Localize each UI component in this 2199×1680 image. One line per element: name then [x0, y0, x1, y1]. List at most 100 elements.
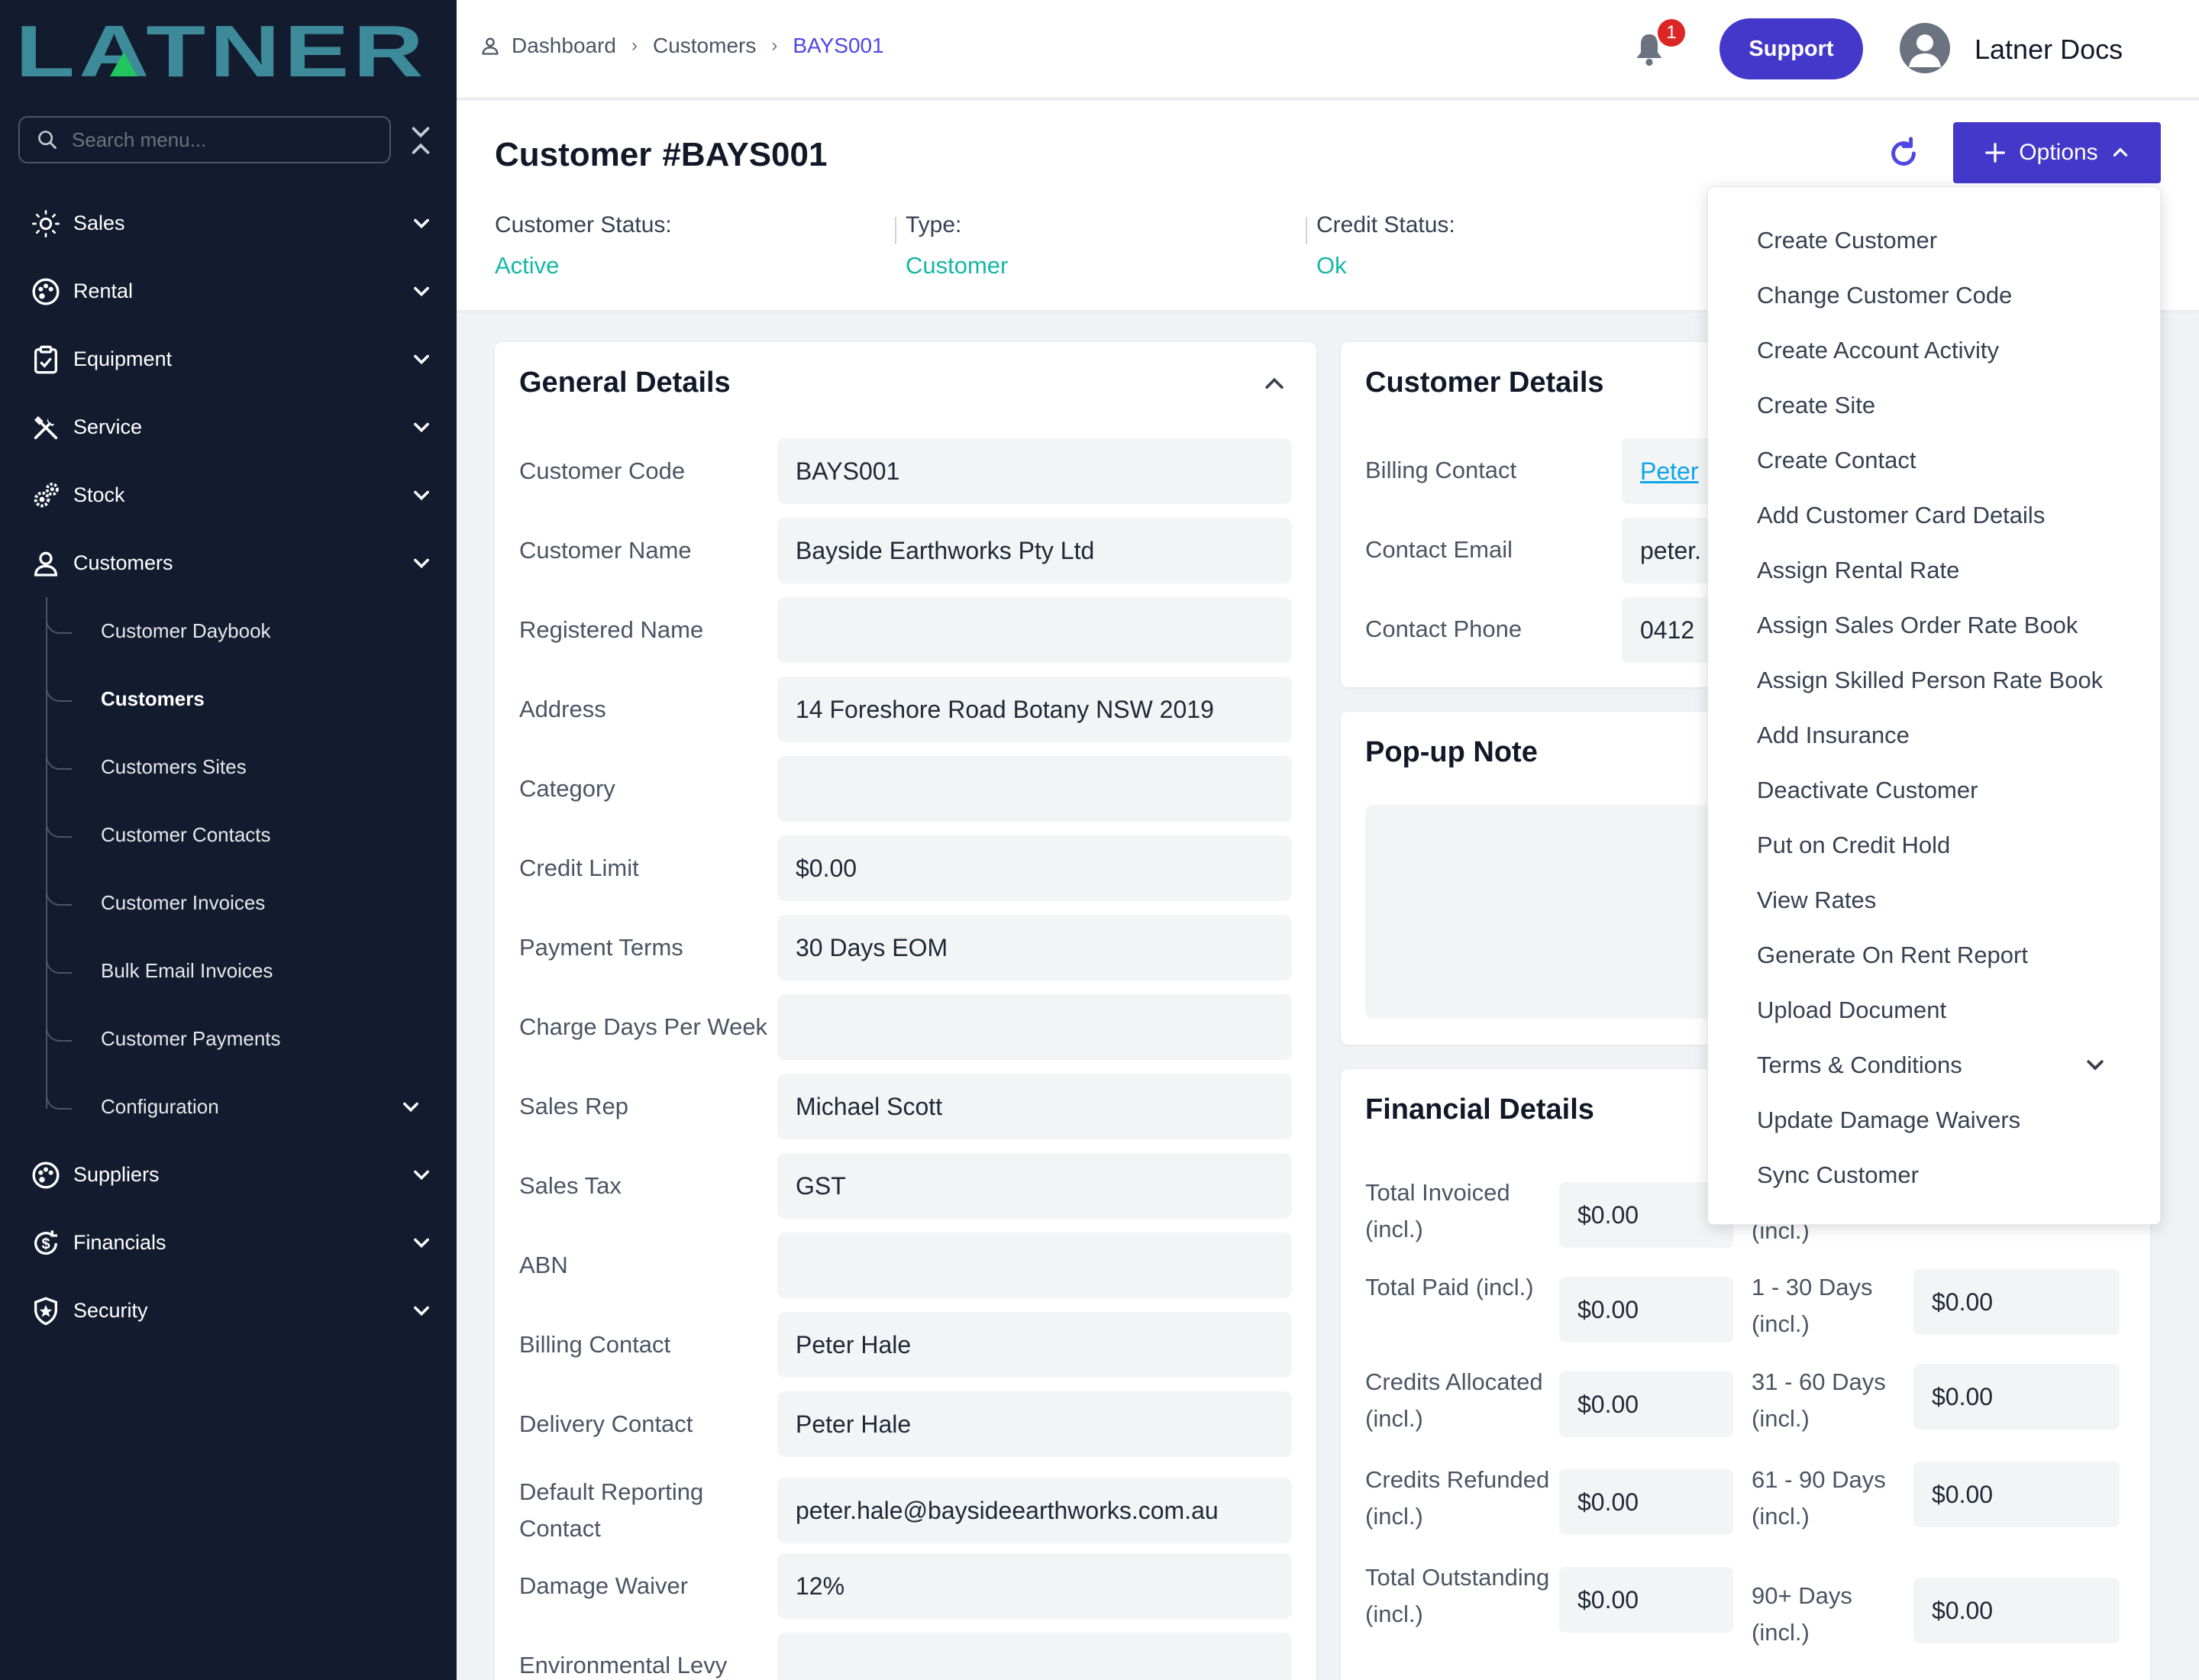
subitem-label: Bulk Email Invoices	[101, 959, 273, 982]
field-value[interactable]: Peter Hale	[777, 1391, 1292, 1457]
options-menu-item[interactable]: View Rates	[1757, 887, 1876, 914]
field-value[interactable]	[777, 1233, 1292, 1298]
field-value[interactable]	[777, 756, 1292, 822]
options-menu-item[interactable]: Create Site	[1757, 392, 1875, 419]
options-menu-item[interactable]: Update Damage Waivers	[1757, 1107, 2020, 1134]
breadcrumb-customers[interactable]: Customers	[653, 34, 756, 58]
tools-icon	[29, 411, 63, 444]
sidebar-item-equipment[interactable]: Equipment	[0, 325, 457, 393]
financial-aging-value[interactable]: $0.00	[1913, 1578, 2120, 1643]
customer-details-card: Customer Details Billing Contact Peter C…	[1341, 342, 1774, 687]
sidebar-subitem-customers[interactable]: Customers	[0, 665, 457, 733]
sidebar-subitem-customer-contacts[interactable]: Customer Contacts	[0, 801, 457, 869]
sidebar-item-label: Suppliers	[73, 1163, 160, 1186]
sidebar-item-label: Sales	[73, 212, 125, 234]
chevron-down-icon	[2087, 1060, 2104, 1071]
field-label: Contact Phone	[1365, 615, 1523, 642]
general-field-row: Charge Days Per Week	[519, 994, 1292, 1060]
collapse-chevrons-icon[interactable]	[406, 124, 435, 157]
options-menu-item[interactable]: Deactivate Customer	[1757, 777, 1978, 804]
field-label: Registered Name	[519, 616, 704, 643]
field-value[interactable]: GST	[777, 1153, 1292, 1219]
field-value[interactable]: $0.00	[777, 835, 1292, 901]
options-menu-item[interactable]: Upload Document	[1757, 997, 1946, 1024]
options-menu-item[interactable]: Put on Credit Hold	[1757, 832, 1950, 859]
general-field-row: Sales Tax GST	[519, 1153, 1292, 1219]
notification-badge: 1	[1655, 17, 1687, 49]
field-value[interactable]	[777, 597, 1292, 663]
user-name[interactable]: Latner Docs	[1975, 34, 2123, 66]
sidebar-item-label: Rental	[73, 279, 134, 302]
financial-value[interactable]: $0.00	[1559, 1469, 1733, 1535]
options-button[interactable]: Options	[1953, 122, 2161, 183]
options-menu-item[interactable]: Assign Rental Rate	[1757, 557, 1959, 584]
options-menu-item[interactable]: Sync Customer	[1757, 1161, 1919, 1189]
sidebar-subitem-customer-invoices[interactable]: Customer Invoices	[0, 869, 457, 937]
field-value[interactable]: Peter Hale	[777, 1312, 1292, 1378]
options-menu-item[interactable]: Create Account Activity	[1757, 337, 1999, 364]
chevron-down-icon	[414, 490, 429, 501]
options-menu-item[interactable]: Create Customer	[1757, 227, 1937, 254]
field-value[interactable]	[777, 994, 1292, 1060]
general-field-row: Delivery Contact Peter Hale	[519, 1391, 1292, 1457]
status-divider	[1306, 217, 1307, 244]
field-value[interactable]: 12%	[777, 1553, 1292, 1619]
field-label: Category	[519, 775, 615, 802]
general-field-row: Payment Terms 30 Days EOM	[519, 915, 1292, 981]
field-value[interactable]: Michael Scott	[777, 1074, 1292, 1139]
options-menu-item[interactable]: Add Insurance	[1757, 722, 1910, 749]
sidebar-item-financials[interactable]: $ Financials	[0, 1209, 457, 1277]
breadcrumb-dashboard[interactable]: Dashboard	[512, 34, 616, 58]
sidebar-subitem-bulk-email-invoices[interactable]: Bulk Email Invoices	[0, 937, 457, 1005]
financial-aging-value[interactable]: $0.00	[1913, 1364, 2120, 1430]
options-menu-item[interactable]: Change Customer Code	[1757, 282, 2012, 309]
field-value[interactable]	[777, 1633, 1292, 1680]
options-menu-item[interactable]: Create Contact	[1757, 447, 1916, 474]
sidebar-item-suppliers[interactable]: Suppliers	[0, 1141, 457, 1209]
options-menu-item[interactable]: Assign Skilled Person Rate Book	[1757, 667, 2103, 694]
sidebar-item-security[interactable]: Security	[0, 1277, 457, 1345]
sidebar-item-rental[interactable]: Rental	[0, 257, 457, 325]
field-label: Delivery Contact	[519, 1410, 693, 1437]
menu-search[interactable]	[18, 116, 391, 163]
field-value[interactable]: 30 Days EOM	[777, 915, 1292, 981]
financial-label: Credits Allocated (incl.)	[1365, 1368, 1543, 1432]
financial-aging-value[interactable]: $0.00	[1913, 1269, 2120, 1335]
field-value[interactable]: Bayside Earthworks Pty Ltd	[777, 518, 1292, 583]
field-label: Contact Email	[1365, 536, 1513, 563]
chevron-down-icon	[414, 422, 429, 433]
refresh-icon[interactable]	[1886, 136, 1921, 171]
general-field-row: Customer Name Bayside Earthworks Pty Ltd	[519, 518, 1292, 583]
options-menu-item[interactable]: Generate On Rent Report	[1757, 942, 2028, 969]
sidebar-subitem-configuration[interactable]: Configuration	[0, 1073, 457, 1141]
user-icon	[29, 547, 63, 580]
sidebar-item-sales[interactable]: Sales	[0, 189, 457, 257]
page-title-prefix: Customer	[495, 136, 652, 173]
options-menu-item[interactable]: Terms & Conditions	[1757, 1052, 1962, 1079]
sidebar: LATNER Sales Rental Equipment Service	[0, 0, 457, 1680]
avatar[interactable]	[1900, 23, 1950, 73]
search-input[interactable]	[72, 128, 347, 152]
sidebar-item-customers[interactable]: Customers	[0, 529, 457, 597]
options-menu-item[interactable]: Assign Sales Order Rate Book	[1757, 612, 2078, 639]
financial-value[interactable]: $0.00	[1559, 1371, 1733, 1437]
sidebar-subitem-customer-daybook[interactable]: Customer Daybook	[0, 597, 457, 665]
field-value[interactable]: peter.hale@baysideearthworks.com.au	[777, 1478, 1292, 1543]
financial-value[interactable]: $0.00	[1559, 1277, 1733, 1342]
chevron-up-icon[interactable]	[1261, 371, 1287, 397]
sidebar-item-stock[interactable]: Stock	[0, 461, 457, 529]
sidebar-subitem-customer-payments[interactable]: Customer Payments	[0, 1005, 457, 1073]
latner-logo[interactable]: LATNER	[15, 11, 428, 92]
subitem-label: Customer Invoices	[101, 891, 266, 914]
sidebar-subitem-customers-sites[interactable]: Customers Sites	[0, 733, 457, 801]
options-menu-item[interactable]: Add Customer Card Details	[1757, 502, 2045, 529]
sidebar-item-label: Financials	[73, 1231, 166, 1254]
chevron-down-icon	[414, 1306, 429, 1317]
field-value[interactable]: BAYS001	[777, 438, 1292, 504]
financial-value[interactable]: $0.00	[1559, 1567, 1733, 1633]
support-button[interactable]: Support	[1719, 18, 1863, 79]
financial-aging-value[interactable]: $0.00	[1913, 1462, 2120, 1527]
sidebar-item-service[interactable]: Service	[0, 393, 457, 461]
field-value[interactable]: 14 Foreshore Road Botany NSW 2019	[777, 677, 1292, 742]
sidebar-item-label: Security	[73, 1299, 148, 1322]
